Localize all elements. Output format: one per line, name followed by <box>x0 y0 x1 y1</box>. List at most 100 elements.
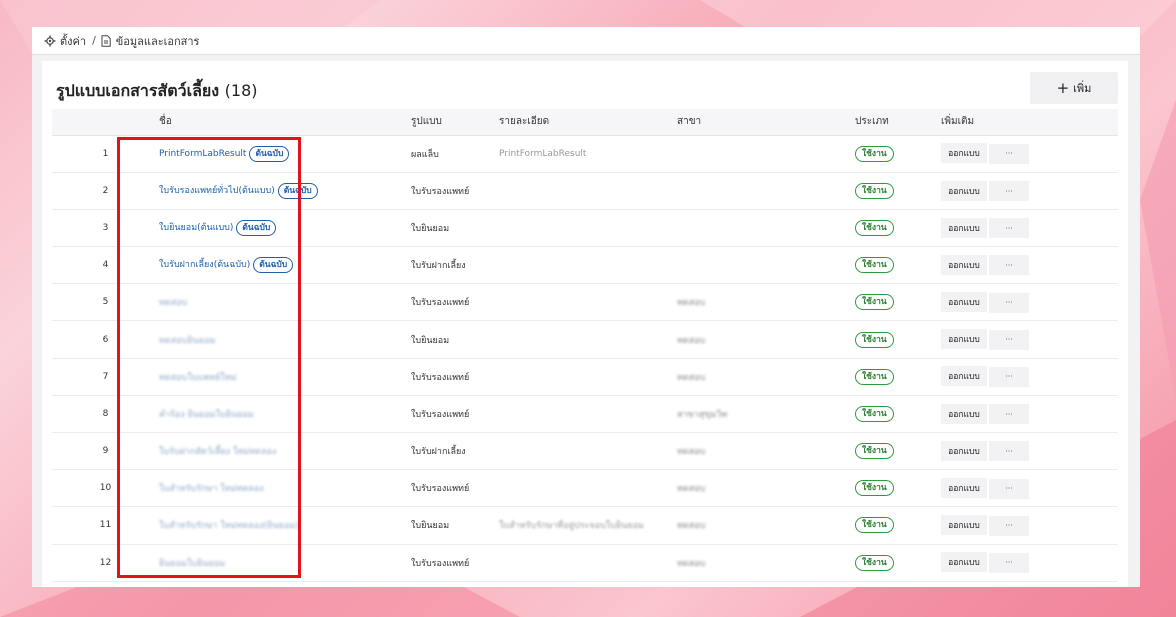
header-more: เพิ่มเติม <box>941 109 1118 136</box>
breadcrumb: ตั้งค่า / ข้อมูลและเอกสาร <box>32 27 1140 55</box>
row-branch <box>677 209 855 248</box>
more-options-button[interactable]: ··· <box>989 218 1029 239</box>
more-options-button[interactable]: ··· <box>989 404 1029 425</box>
design-button[interactable]: ออกแบบ <box>941 254 987 275</box>
header-format[interactable]: รูปแบบ <box>411 109 499 136</box>
row-branch <box>677 172 855 210</box>
row-number: 9 <box>52 432 159 471</box>
table-header-row: ชื่อ รูปแบบ รายละเอียด สาขา ประเภท เพิ่ม… <box>52 109 1118 136</box>
table-row[interactable]: 9 ใบรับฝากสัตว์เลี้ยง ใหม่ทดลอง ใบรับฝากเล… <box>52 432 1118 471</box>
row-number: 1 <box>52 135 159 173</box>
document-icon <box>100 34 112 47</box>
row-name-cell: ใบรับฝากสัตว์เลี้ยง ใหม่ทดลอง <box>159 432 411 471</box>
design-button[interactable]: ออกแบบ <box>941 217 987 238</box>
more-options-button[interactable]: ··· <box>989 478 1029 499</box>
more-options-button[interactable]: ··· <box>989 515 1029 536</box>
table-row[interactable]: 8 คำร้อง ยินยอมใบยินยอม ใบรับรองแพทย์ สาขาส… <box>52 395 1118 434</box>
more-options-button[interactable]: ··· <box>989 366 1029 387</box>
original-badge: ต้นฉบับ <box>236 219 277 236</box>
template-name-link[interactable]: คำร้อง ยินยอมใบยินยอม <box>159 410 254 420</box>
row-format: ใบยินยอม <box>411 209 499 248</box>
status-badge: ใช้งาน <box>855 145 894 162</box>
template-name-link[interactable]: ยินยอมใบยินยอม <box>159 559 225 569</box>
header-branch[interactable]: สาขา <box>677 109 855 136</box>
row-type: ใช้งาน <box>855 246 941 285</box>
row-type: ใช้งาน <box>855 544 941 582</box>
row-detail: PrintFormLabResult <box>499 135 677 173</box>
design-button[interactable]: ออกแบบ <box>941 552 987 573</box>
status-badge: ใช้งาน <box>855 480 894 497</box>
design-button[interactable]: ออกแบบ <box>941 143 987 164</box>
header-detail[interactable]: รายละเอียด <box>499 109 677 136</box>
row-detail <box>499 172 677 210</box>
row-detail-text: PrintFormLabResult <box>499 148 587 159</box>
design-button[interactable]: ออกแบบ <box>941 180 987 201</box>
breadcrumb-settings[interactable]: ตั้งค่า <box>60 32 86 50</box>
row-type: ใช้งาน <box>855 209 941 248</box>
more-options-button[interactable]: ··· <box>989 255 1029 276</box>
design-button[interactable]: ออกแบบ <box>941 478 987 499</box>
table-row[interactable]: 10 ใบสำหรับรักษา ใหม่ทดลอง ใบรับรองแพทย์ ทด… <box>52 469 1118 508</box>
more-options-button[interactable]: ··· <box>989 552 1029 573</box>
row-type: ใช้งาน <box>855 172 941 210</box>
table-row[interactable]: 3 ใบยินยอม(ต้นแบบ) ต้นฉบับ ใบยินยอม ใช้งาน ออ… <box>52 209 1118 248</box>
row-actions: ออกแบบ ··· <box>941 135 1118 173</box>
add-button[interactable]: + เพิ่ม <box>1030 72 1118 104</box>
row-detail <box>499 209 677 248</box>
row-detail: ใบสำหรับรักษาที่อยู่ประจอบใบยินยอม <box>499 506 677 545</box>
template-name-link[interactable]: PrintFormLabResult <box>159 149 246 159</box>
template-name-link[interactable]: ใบรับรองแพทย์ทั่วไป(ต้นแบบ) <box>159 186 275 196</box>
app-window: ตั้งค่า / ข้อมูลและเอกสาร รูปแบบเอกสารสั… <box>32 27 1140 587</box>
table-row[interactable]: 11 ใบสำหรับรักษา ใหม่ทดลอง(ยินยอม) ใบยินยอ… <box>52 506 1118 545</box>
row-detail <box>499 320 677 359</box>
row-actions: ออกแบบ ··· <box>941 209 1118 248</box>
design-button[interactable]: ออกแบบ <box>941 440 987 461</box>
table-row[interactable]: 6 ทดสอบยินยอม ใบยินยอม ทดสอบ ใช้งาน ออกแบบ ··· <box>52 320 1118 359</box>
row-format: ใบรับรองแพทย์ <box>411 358 499 396</box>
row-type: ใช้งาน <box>855 395 941 434</box>
row-branch: สาขาสุขุมวิท <box>677 395 855 434</box>
more-options-button[interactable]: ··· <box>989 441 1029 462</box>
template-name-link[interactable]: ทดสอบ <box>159 298 187 308</box>
table-row[interactable]: 1 PrintFormLabResult ต้นฉบับ ผลแล็บ PrintFor… <box>52 135 1118 173</box>
table-row[interactable]: 12 ยินยอมใบยินยอม ใบรับรองแพทย์ ทดสอบ ใช้งาน… <box>52 544 1118 582</box>
row-actions: ออกแบบ ··· <box>941 506 1118 545</box>
template-name-link[interactable]: ใบรับฝากสัตว์เลี้ยง ใหม่ทดลอง <box>159 447 276 457</box>
more-options-button[interactable]: ··· <box>989 292 1029 313</box>
design-button[interactable]: ออกแบบ <box>941 403 987 424</box>
original-badge: ต้นฉบับ <box>253 257 294 274</box>
breadcrumb-page: ข้อมูลและเอกสาร <box>115 34 200 48</box>
more-options-button[interactable]: ··· <box>989 143 1029 164</box>
more-options-button[interactable]: ··· <box>989 181 1029 202</box>
header-name[interactable]: ชื่อ <box>159 109 411 136</box>
row-format: ใบรับรองแพทย์ <box>411 395 499 434</box>
row-number: 8 <box>52 395 159 434</box>
row-branch: ทดสอบ <box>677 432 855 471</box>
table-row[interactable]: 2 ใบรับรองแพทย์ทั่วไป(ต้นแบบ) ต้นฉบับ ใบรับ… <box>52 172 1118 210</box>
template-name-link[interactable]: ทดสอบยินยอม <box>159 336 215 346</box>
table-row[interactable]: 4 ใบรับฝากเลี้ยง(ต้นฉบับ) ต้นฉบับ ใบรับฝากเ… <box>52 246 1118 285</box>
gear-icon[interactable] <box>44 35 56 47</box>
template-name-link[interactable]: ใบสำหรับรักษา ใหม่ทดลอง(ยินยอม) <box>159 521 299 531</box>
template-name-link[interactable]: ใบรับฝากเลี้ยง(ต้นฉบับ) <box>159 260 250 270</box>
more-options-button[interactable]: ··· <box>989 329 1029 350</box>
breadcrumb-separator: / <box>92 34 96 47</box>
table-row[interactable]: 5 ทดสอบ ใบรับรองแพทย์ ทดสอบ ใช้งาน ออกแบบ ··· <box>52 283 1118 322</box>
design-button[interactable]: ออกแบบ <box>941 515 987 536</box>
header-type[interactable]: ประเภท <box>855 109 941 136</box>
table-row[interactable]: 7 ทดสอบใบแพทย์ใหม่ ใบรับรองแพทย์ ทดสอบ ใช้งา… <box>52 358 1118 396</box>
row-type: ใช้งาน <box>855 469 941 508</box>
row-branch-text: ทดสอบ <box>677 521 706 532</box>
design-button[interactable]: ออกแบบ <box>941 329 987 350</box>
original-badge: ต้นฉบับ <box>249 145 290 162</box>
row-name-cell: ใบรับรองแพทย์ทั่วไป(ต้นแบบ) ต้นฉบับ <box>159 172 411 210</box>
template-name-link[interactable]: ทดสอบใบแพทย์ใหม่ <box>159 373 237 383</box>
row-format: ใบรับฝากเลี้ยง <box>411 432 499 471</box>
template-name-link[interactable]: ใบยินยอม(ต้นแบบ) <box>159 223 233 233</box>
design-button[interactable]: ออกแบบ <box>941 292 987 313</box>
template-table: ชื่อ รูปแบบ รายละเอียด สาขา ประเภท เพิ่ม… <box>52 109 1118 582</box>
template-name-link[interactable]: ใบสำหรับรักษา ใหม่ทดลอง <box>159 484 264 494</box>
plus-icon: + <box>1056 78 1070 97</box>
design-button[interactable]: ออกแบบ <box>941 366 987 387</box>
status-badge: ใช้งาน <box>855 554 894 571</box>
